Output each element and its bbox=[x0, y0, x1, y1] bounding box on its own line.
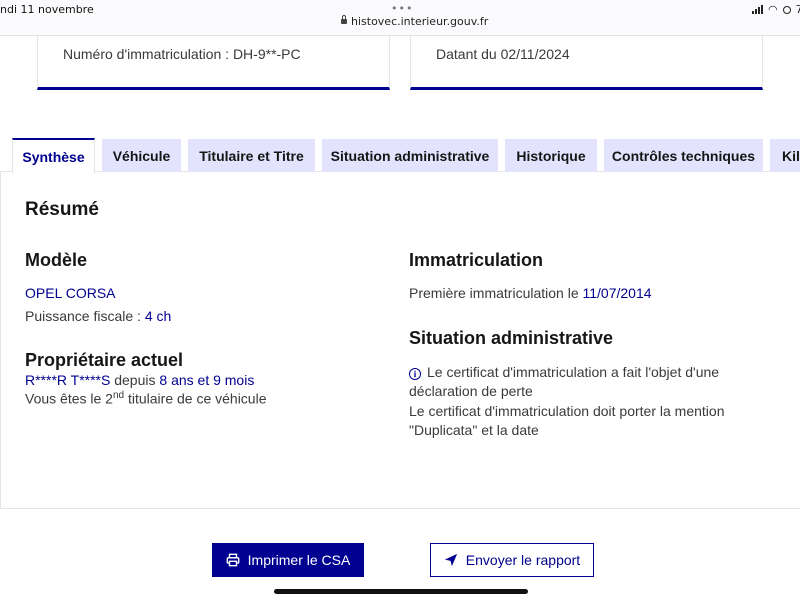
tab-bar: Synthèse Véhicule Titulaire et Titre Sit… bbox=[0, 138, 800, 173]
first-registration: Première immatriculation le 11/07/2014 bbox=[409, 285, 652, 301]
tab-kilometrage[interactable]: Kilo bbox=[770, 139, 800, 172]
more-options-icon[interactable]: ••• bbox=[391, 2, 413, 15]
report-date: Datant du 02/11/2024 bbox=[436, 46, 570, 62]
admin-heading: Situation administrative bbox=[409, 328, 614, 348]
battery-text: 7 bbox=[795, 3, 800, 16]
model-heading: Modèle bbox=[25, 250, 88, 270]
synthese-panel bbox=[0, 172, 800, 509]
admin-line-1: i Le certificat d'immatriculation a fait … bbox=[409, 364, 719, 380]
fiscal-power-value: 4 ch bbox=[144, 308, 172, 324]
tab-controles-techniques[interactable]: Contrôles techniques bbox=[604, 139, 763, 172]
status-date: ndi 11 novembre bbox=[0, 3, 94, 16]
admin-line-4: "Duplicata" et la date bbox=[409, 422, 539, 438]
send-report-button[interactable]: Envoyer le rapport bbox=[430, 543, 594, 577]
fiscal-power: Puissance fiscale : 4 ch bbox=[25, 308, 171, 324]
tab-historique[interactable]: Historique bbox=[505, 139, 597, 172]
browser-status-bar: ndi 11 novembre ••• histovec.interieur.g… bbox=[0, 0, 800, 36]
tab-synthese[interactable]: Synthèse bbox=[12, 138, 95, 173]
print-csa-label: Imprimer le CSA bbox=[247, 552, 351, 568]
focus-icon bbox=[782, 5, 791, 14]
owner-line: R****R T****S depuis 8 ans et 9 mois bbox=[25, 372, 254, 388]
date-card: Datant du 02/11/2024 bbox=[410, 36, 763, 90]
printer-icon bbox=[226, 553, 240, 567]
registration-heading: Immatriculation bbox=[409, 250, 544, 270]
plate-number: Numéro d'immatriculation : DH-9**-PC bbox=[63, 46, 301, 62]
send-icon bbox=[444, 553, 457, 567]
print-csa-button[interactable]: Imprimer le CSA bbox=[212, 543, 364, 577]
first-registration-date: 11/07/2014 bbox=[582, 285, 652, 301]
first-registration-label: Première immatriculation le bbox=[409, 285, 579, 301]
owner-rank: Vous êtes le 2nd titulaire de ce véhicul… bbox=[25, 390, 267, 407]
url-text: histovec.interieur.gouv.fr bbox=[351, 15, 489, 28]
wifi-icon: ◠ bbox=[768, 3, 778, 16]
fiscal-power-label: Puissance fiscale : bbox=[25, 308, 141, 324]
url-bar[interactable]: histovec.interieur.gouv.fr bbox=[341, 15, 488, 28]
plate-card: Numéro d'immatriculation : DH-9**-PC bbox=[37, 36, 390, 90]
tab-titulaire-titre[interactable]: Titulaire et Titre bbox=[188, 139, 315, 172]
admin-line-3: Le certificat d'immatriculation doit por… bbox=[409, 403, 725, 419]
home-indicator[interactable] bbox=[274, 589, 528, 594]
owner-heading: Propriétaire actuel bbox=[25, 350, 184, 370]
admin-line-2: déclaration de perte bbox=[409, 383, 533, 399]
owner-rank-sup: nd bbox=[112, 390, 125, 401]
model-name: OPEL CORSA bbox=[25, 285, 116, 301]
tab-vehicule[interactable]: Véhicule bbox=[102, 139, 181, 172]
owner-since-label: depuis bbox=[114, 372, 156, 388]
owner-name: R****R T****S bbox=[25, 372, 111, 388]
send-report-label: Envoyer le rapport bbox=[465, 552, 581, 568]
admin-line-1-text: Le certificat d'immatriculation a fait l… bbox=[427, 364, 720, 380]
status-icons: ◠ 7 bbox=[752, 3, 800, 16]
tab-situation-administrative[interactable]: Situation administrative bbox=[322, 139, 498, 172]
summary-title: Résumé bbox=[25, 199, 99, 220]
lock-icon bbox=[341, 15, 347, 24]
owner-duration: 8 ans et 9 mois bbox=[159, 372, 255, 388]
owner-rank-prefix: Vous êtes le 2 bbox=[25, 390, 113, 407]
signal-icon bbox=[752, 5, 763, 14]
info-icon: i bbox=[409, 368, 421, 380]
owner-rank-suffix: titulaire de ce véhicule bbox=[124, 390, 267, 407]
